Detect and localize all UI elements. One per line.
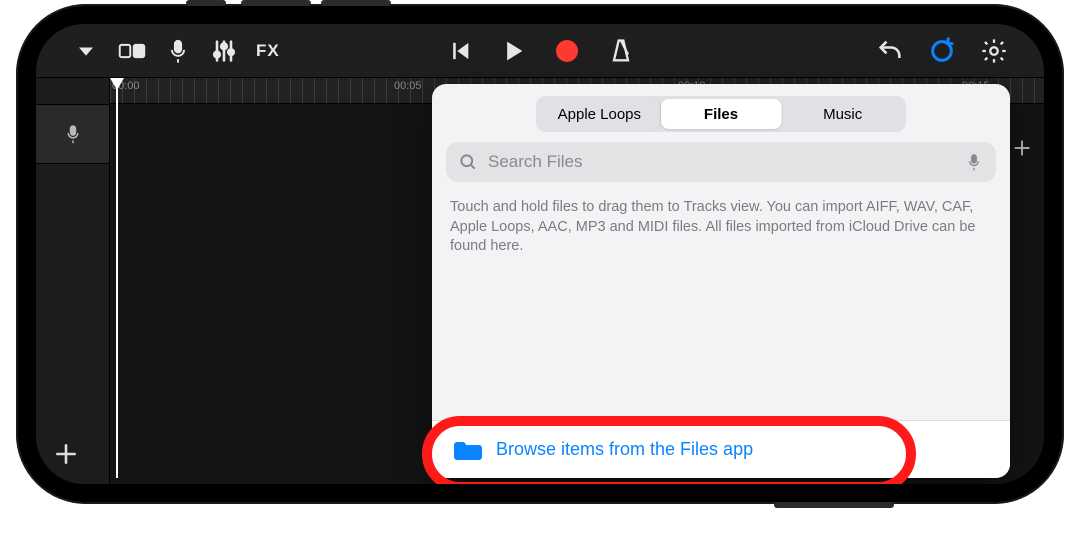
popover-tabs: Apple Loops Files Music: [432, 84, 1010, 142]
rewind-button[interactable]: [445, 37, 473, 65]
microphone-icon: [62, 123, 84, 145]
record-button[interactable]: [553, 37, 581, 65]
settings-button[interactable]: [980, 37, 1008, 65]
screen: FX: [36, 24, 1044, 484]
search-input[interactable]: [488, 152, 954, 172]
add-region-button[interactable]: [1010, 136, 1034, 160]
undo-button[interactable]: [876, 37, 904, 65]
browse-files-row[interactable]: Browse items from the Files app: [432, 420, 1010, 478]
source-segmented-control: Apple Loops Files Music: [536, 96, 906, 132]
transport-controls: [445, 37, 635, 65]
view-toggle-button[interactable]: [118, 37, 146, 65]
add-track-button[interactable]: [50, 438, 82, 470]
browse-files-label: Browse items from the Files app: [496, 439, 753, 460]
volume-down-hw: [321, 0, 391, 6]
loop-browser-popover: Apple Loops Files Music Touch and hold f…: [432, 84, 1010, 478]
search-icon: [458, 152, 478, 172]
loop-browser-button[interactable]: [928, 37, 956, 65]
phone-frame: FX: [16, 4, 1064, 504]
playhead[interactable]: [110, 78, 124, 104]
ruler-mark: 00:05: [394, 80, 422, 92]
volume-up-hw: [241, 0, 311, 6]
home-indicator[interactable]: [450, 473, 630, 478]
power-button-hw: [774, 502, 894, 508]
play-button[interactable]: [499, 37, 527, 65]
tab-music[interactable]: Music: [782, 99, 903, 129]
toolbar-right: [876, 37, 1008, 65]
track-headers-column: [36, 78, 110, 484]
silence-switch: [186, 0, 226, 6]
folder-icon: [454, 439, 482, 461]
microphone-icon[interactable]: [164, 37, 192, 65]
track-header-audio[interactable]: [36, 104, 109, 164]
tab-files[interactable]: Files: [661, 99, 783, 129]
tracks-menu-button[interactable]: [72, 37, 100, 65]
toolbar-left: FX: [72, 37, 280, 65]
toolbar: FX: [36, 24, 1044, 78]
dictation-icon[interactable]: [964, 152, 984, 172]
track-controls-button[interactable]: [210, 37, 238, 65]
fx-button[interactable]: FX: [256, 41, 280, 61]
metronome-button[interactable]: [607, 37, 635, 65]
search-field[interactable]: [446, 142, 996, 182]
help-text: Touch and hold files to drag them to Tra…: [432, 192, 1010, 257]
tab-apple-loops[interactable]: Apple Loops: [539, 99, 661, 129]
search-wrap: [432, 142, 1010, 192]
